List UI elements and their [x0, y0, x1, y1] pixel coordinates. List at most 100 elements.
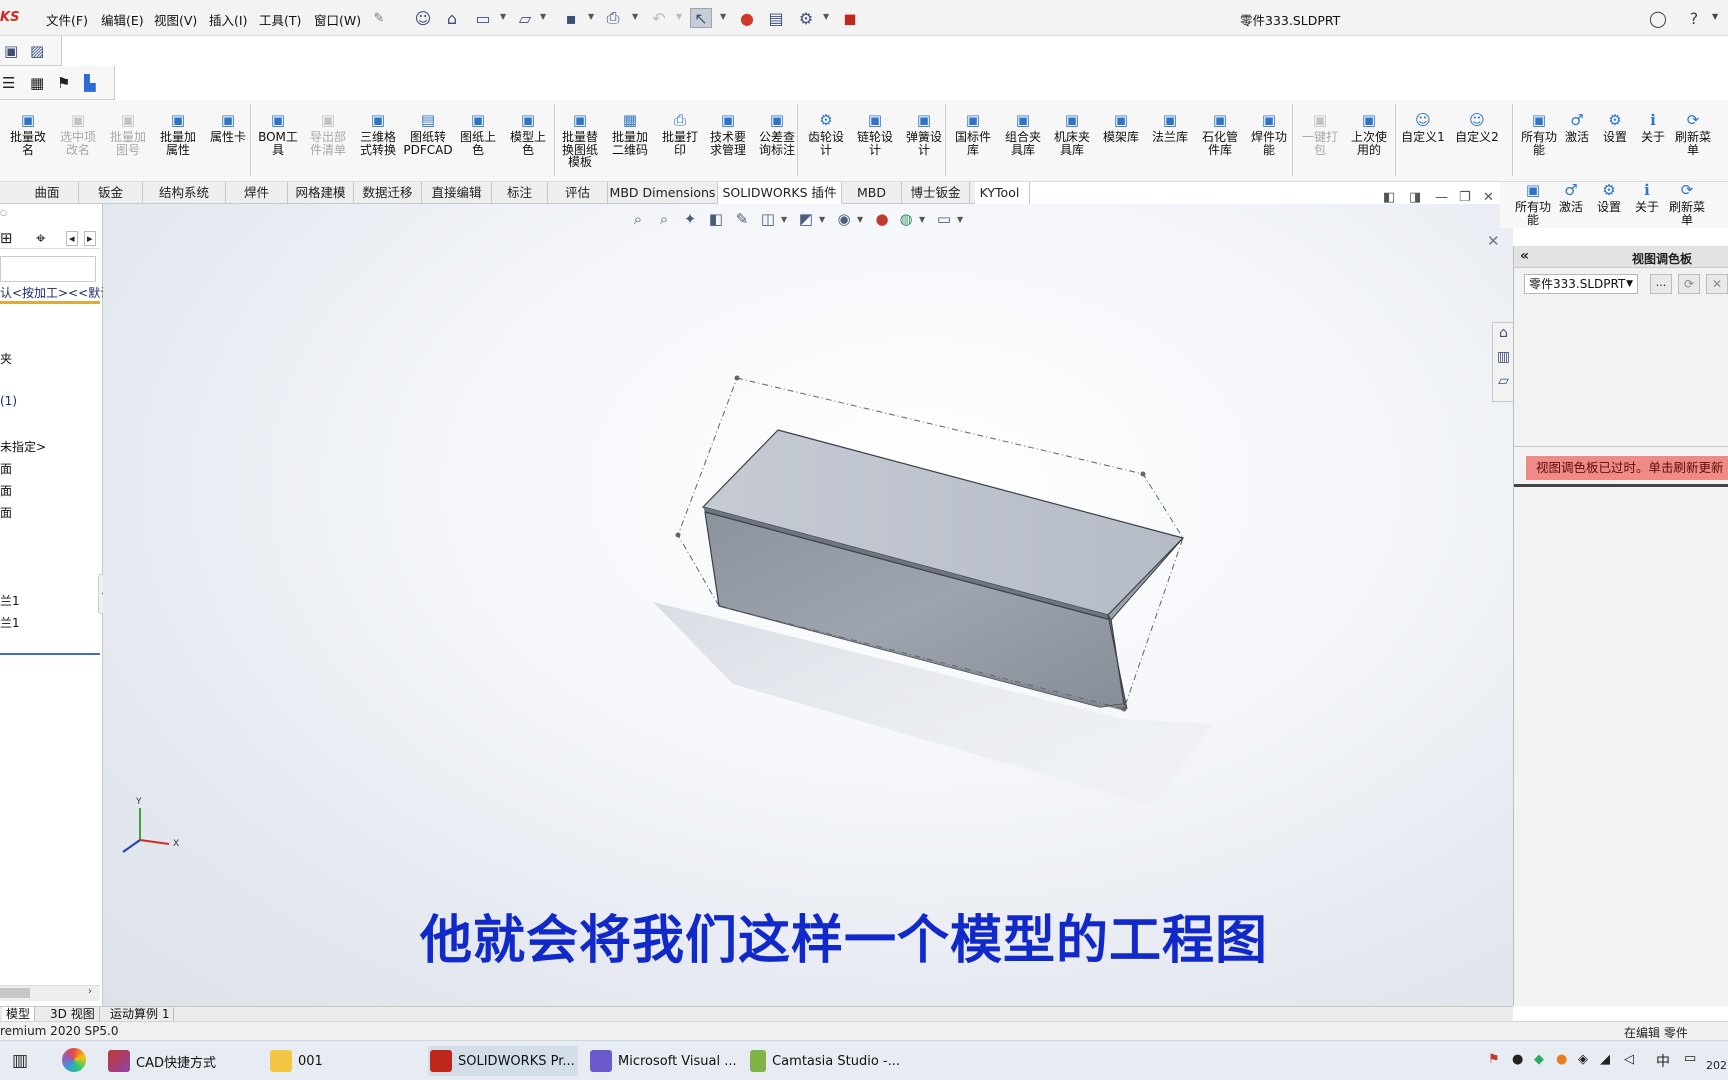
menu-insert[interactable]: 插入(I) — [209, 10, 247, 29]
taskbar-app-camtasia[interactable]: Camtasia Studio -... — [750, 1046, 900, 1076]
network-icon[interactable]: ◢ — [1600, 1052, 1610, 1067]
update-icon[interactable]: ● — [1556, 1052, 1567, 1067]
edit-document-icon[interactable]: ▨ — [30, 42, 44, 60]
tray-app-icon[interactable]: ⚑ — [1488, 1052, 1500, 1067]
select-cursor-icon[interactable]: ↖ — [690, 8, 712, 28]
tile-right-icon[interactable]: ◨ — [1409, 190, 1421, 205]
chevron-down-icon[interactable]: ▼ — [500, 12, 506, 21]
toolbar-button-21[interactable]: ▣ 机床夹 具库 — [1047, 112, 1097, 176]
taskbar-app-cad[interactable]: CAD快捷方式 — [108, 1046, 258, 1076]
chevron-down-icon[interactable]: ▼ — [588, 12, 594, 21]
view-palette-file-select[interactable]: 零件333.SLDPRT ▼ — [1524, 274, 1638, 294]
save-icon[interactable]: ▪ — [560, 8, 582, 28]
toolbar-button-13[interactable]: ⎙ 批量打 印 — [655, 112, 705, 176]
scrollbar-thumb[interactable] — [0, 988, 30, 998]
toolbar-button-20[interactable]: ▣ 组合夹 具库 — [998, 112, 1048, 176]
task-view-icon[interactable]: ▥ — [12, 1051, 28, 1071]
toolbar-button-24[interactable]: ▣ 石化管 件库 — [1195, 112, 1245, 176]
menu-tools[interactable]: 工具(T) — [259, 10, 301, 29]
tile-left-icon[interactable]: ◧ — [1383, 190, 1395, 205]
toolbar-button-8[interactable]: ▤ 图纸转 PDFCAD — [403, 112, 453, 176]
chevron-down-icon[interactable]: ▼ — [540, 12, 546, 21]
print-icon[interactable]: ⎙ — [602, 8, 624, 28]
bbox-handle[interactable] — [1140, 471, 1146, 477]
toolbar-button-17[interactable]: ▣ 链轮设 计 — [850, 112, 900, 176]
taskbar-app-folder[interactable]: 001 — [270, 1046, 420, 1076]
design-library-icon[interactable]: ▥ — [1495, 349, 1512, 369]
tab-10[interactable]: SOLIDWORKS 插件 — [718, 182, 842, 204]
tab-0[interactable]: 曲面 — [16, 182, 79, 204]
toolbar-button-23[interactable]: ▣ 法兰库 — [1145, 112, 1195, 176]
toolbar-button-2[interactable]: ▣ 批量加 图号 — [103, 112, 153, 176]
tree-filter-input[interactable] — [0, 256, 96, 282]
toolbar-button-15[interactable]: ▣ 公差查 询标注 — [752, 112, 802, 176]
taskbar-app-visual-studio[interactable]: Microsoft Visual ... — [590, 1046, 740, 1076]
scroll-right-icon[interactable]: › — [88, 986, 92, 997]
document-icon[interactable]: ▣ — [4, 42, 18, 60]
collapse-pane-icon[interactable]: « — [1520, 248, 1529, 264]
notification-icon[interactable]: ▭ — [1684, 1051, 1696, 1066]
tab-4[interactable]: 网格建模 — [288, 182, 354, 204]
overflow-button-0[interactable]: ▣ 所有功 能 — [1514, 182, 1552, 246]
table-icon[interactable]: ▦ — [30, 74, 44, 92]
toolbar-button-11[interactable]: ▣ 批量替 换图纸 模板 — [555, 112, 605, 176]
arrow-left-icon[interactable]: ◂ — [66, 231, 78, 246]
toolbar-button-4[interactable]: ▣ 属性卡 — [203, 112, 253, 176]
overflow-button-1[interactable]: ♂ 激活 — [1552, 182, 1590, 246]
tab-model[interactable]: 模型 — [2, 1007, 36, 1021]
bbox-handle[interactable] — [675, 532, 681, 538]
tree-item[interactable]: 未指定> — [0, 438, 46, 455]
hide-show-icon[interactable]: ◉ — [834, 210, 854, 230]
chart-icon[interactable]: ▙ — [84, 74, 96, 92]
arrow-right-icon[interactable]: ▸ — [84, 231, 96, 246]
chevron-down-icon[interactable]: ▼ — [720, 12, 726, 21]
tree-item[interactable]: 夹 — [0, 350, 12, 367]
toolbar-button-1[interactable]: ▣ 选中项 改名 — [53, 112, 103, 176]
tree-item[interactable]: 面 — [0, 504, 12, 521]
pin-icon[interactable]: ✎ — [368, 8, 390, 28]
tab-3d-view[interactable]: 3D 视图 — [46, 1007, 100, 1021]
toolbar-button-0[interactable]: ▣ 批量改 名 — [3, 112, 53, 176]
tab-motion-study[interactable]: 运动算例 1 — [106, 1007, 175, 1021]
toolbar-button-22[interactable]: ▣ 模架库 — [1096, 112, 1146, 176]
section-view-icon[interactable]: ◧ — [706, 210, 726, 230]
horizontal-scrollbar[interactable]: › — [0, 985, 100, 1001]
minimize-icon[interactable]: — — [1435, 190, 1448, 205]
overflow-button-3[interactable]: ℹ 关于 — [1628, 182, 1666, 246]
rollback-bar[interactable] — [0, 653, 100, 655]
bbox-handle[interactable] — [734, 375, 740, 381]
tree-item[interactable]: 兰1 — [0, 614, 20, 631]
graphics-viewport[interactable]: Y X ✕ — [103, 204, 1513, 1006]
toolbar-button-3[interactable]: ▣ 批量加 属性 — [153, 112, 203, 176]
clock[interactable]: 202 — [1706, 1059, 1727, 1072]
zoom-to-area-icon[interactable]: ⌕ — [654, 210, 674, 230]
tab-6[interactable]: 直接编辑 — [422, 182, 492, 204]
model-canvas[interactable]: Y X — [103, 204, 1513, 1006]
previous-view-icon[interactable]: ✦ — [680, 210, 700, 230]
tab-1[interactable]: 钣金 — [79, 182, 143, 204]
tree-item[interactable]: 面 — [0, 482, 12, 499]
solidworks-resources-icon[interactable]: ⌂ — [1495, 325, 1512, 345]
toolbar-button-6[interactable]: ▣ 导出部 件清单 — [303, 112, 353, 176]
menu-view[interactable]: 视图(V) — [154, 10, 197, 29]
toolbar-button-18[interactable]: ▣ 弹簧设 计 — [899, 112, 949, 176]
zoom-to-fit-icon[interactable]: ⌕ — [628, 210, 648, 230]
toolbar-button-28[interactable]: ☺ 自定义1 — [1398, 112, 1448, 176]
chevron-down-icon[interactable]: ▼ — [919, 215, 925, 224]
chevron-down-icon[interactable]: ▼ — [823, 12, 829, 21]
ime-indicator[interactable]: 中 — [1656, 1051, 1670, 1071]
menu-file[interactable]: 文件(F) — [46, 10, 88, 29]
appearance-icon[interactable]: ● — [872, 210, 892, 230]
refresh-icon[interactable]: ⟳ — [1678, 274, 1700, 294]
tab-12[interactable]: 博士钣金 — [902, 182, 970, 204]
shield-icon[interactable]: ◈ — [1578, 1052, 1588, 1067]
account-icon[interactable]: ◯ — [1647, 8, 1669, 28]
view-settings-icon[interactable]: ▭ — [934, 210, 954, 230]
toolbar-button-5[interactable]: ▣ BOM工 具 — [253, 112, 303, 176]
tree-item[interactable]: 面 — [0, 460, 12, 477]
file-explorer-icon[interactable]: ▱ — [1495, 373, 1512, 393]
taskbar-app-solidworks[interactable]: SOLIDWORKS Pr... — [428, 1046, 578, 1076]
volume-icon[interactable]: ◁ — [1624, 1052, 1634, 1067]
panel-handle[interactable]: ○ — [0, 208, 100, 218]
tree-root[interactable]: 认<按加工><<默认 — [0, 284, 112, 301]
